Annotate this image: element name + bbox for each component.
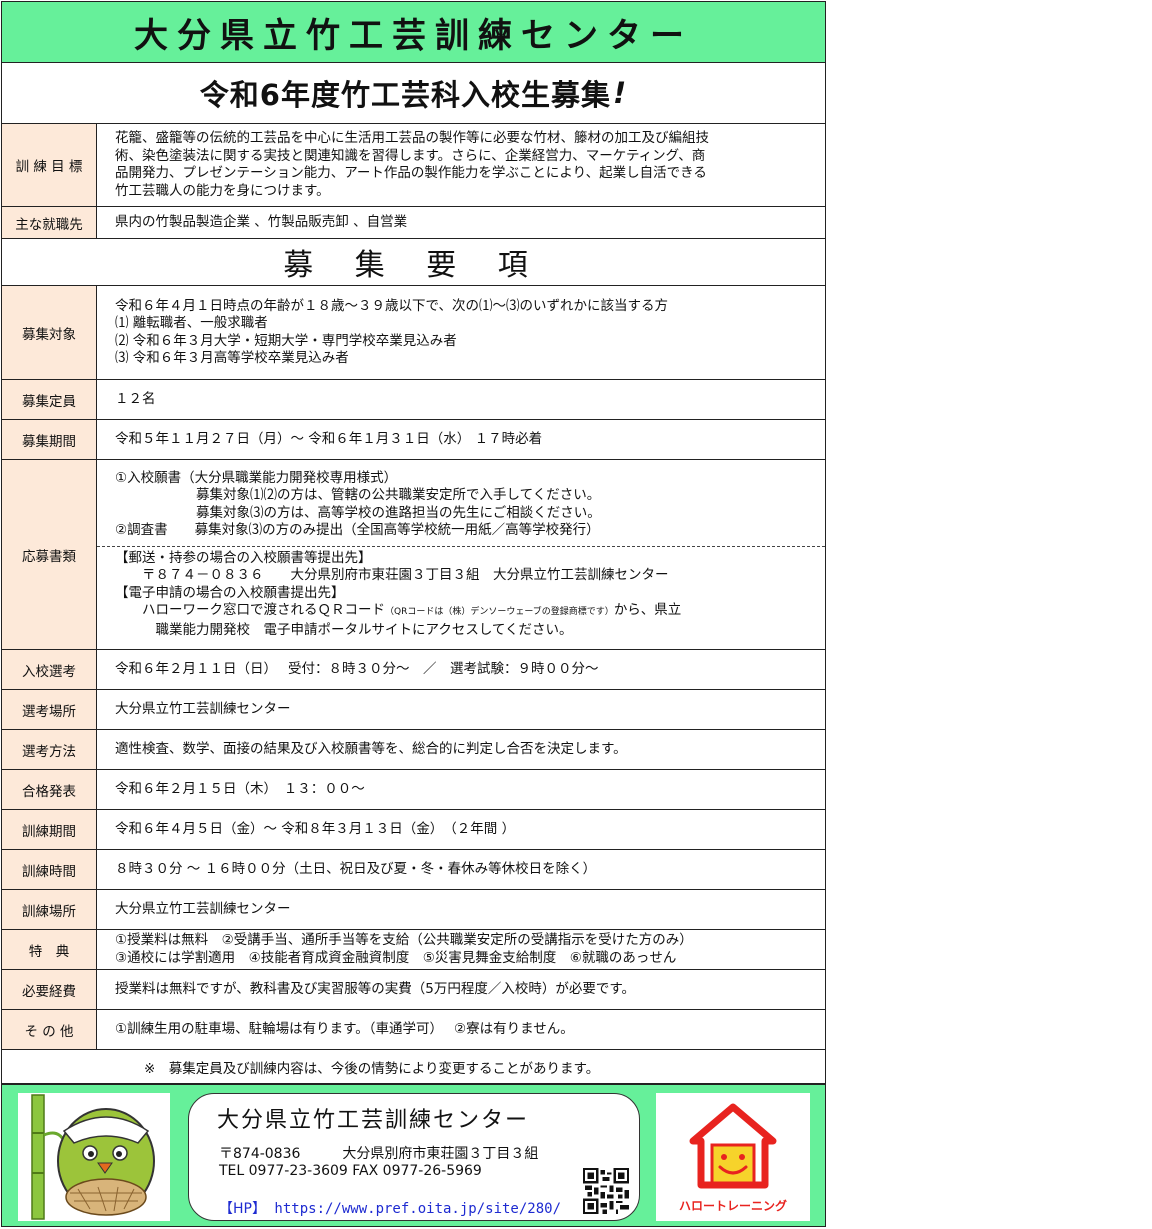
documents-line: ②調査書 募集対象⑶の方のみ提出（全国高等学校統一用紙／高等学校発行） <box>115 522 600 539</box>
target-line: ⑵ 令和６年３月大学・短期大学・専門学校卒業見込み者 <box>115 332 457 349</box>
target-line: ⑶ 令和６年３月高等学校卒業見込み者 <box>115 350 349 366</box>
row-benefits: 特 典 ①授業料は無料 ②受講手当、通所手当等を支給（公共職業安定所の受講指示を… <box>1 930 826 970</box>
page-title: 大分県立竹工芸訓練センター <box>1 1 826 63</box>
other-value: ①訓練生用の駐車場、駐輪場は有ります。（車通学可） ②寮は有りません。 <box>115 1020 574 1037</box>
target-line: ⑴ 離転職者、一般求職者 <box>115 315 268 331</box>
row-label: 募集定員 <box>2 380 97 419</box>
row-label: 募集期間 <box>2 420 97 459</box>
qr-text-tail: から、県立 <box>613 602 682 619</box>
recruitment-subtitle: 令和6年度竹工芸科入校生募集! <box>1 63 826 123</box>
row-label: 選考方法 <box>2 730 97 769</box>
section-title: 募 集 要 項 <box>1 239 826 285</box>
row-other: そ の 他 ①訓練生用の駐車場、駐輪場は有ります。（車通学可） ②寮は有りません… <box>1 1010 826 1050</box>
contact-card: 大分県立竹工芸訓練センター 〒874-0836 大分県別府市東荘園３丁目３組 TE… <box>188 1093 640 1221</box>
documents-line: 募集対象⑴⑵の方は、管轄の公共職業安定所で入手してください。 <box>115 487 601 504</box>
recruitment-flyer: 大分県立竹工芸訓練センター 令和6年度竹工芸科入校生募集! 訓 練 目 標 花籠… <box>1 1 826 1084</box>
subtitle-mark: ! <box>612 76 628 110</box>
row-label: 訓練時間 <box>2 850 97 889</box>
target-text: 令和６年４月１日時点の年齢が１８歳～３９歳以下で、次の⑴～⑶のいずれかに該当する… <box>97 286 825 379</box>
footer-contact: 大分県立竹工芸訓練センター 〒874-0836 大分県別府市東荘園３丁目３組 TE… <box>1 1084 826 1227</box>
row-label: 応募書類 <box>2 460 97 649</box>
benefits-line: ①授業料は無料 ②受講手当、通所手当等を支給（公共職業安定所の受講指示を受けた方… <box>115 932 693 948</box>
row-label: 募集対象 <box>2 286 97 379</box>
qr-code-icon <box>583 1168 629 1214</box>
subtitle-text: 令和6年度竹工芸科入校生募集 <box>199 78 611 112</box>
logo-text: ハロートレーニング <box>678 1199 787 1213</box>
hp-tag: 【HP】 <box>219 1201 266 1217</box>
jobs-value: 県内の竹製品製造企業 、竹製品販売卸 、自営業 <box>115 213 408 230</box>
goal-line: 竹工芸職人の能力を身につけます。 <box>115 182 330 199</box>
footer-address: 〒874-0836 大分県別府市東荘園３丁目３組 TEL 0977-23-3609… <box>219 1146 538 1180</box>
row-label: 選考場所 <box>2 690 97 729</box>
hello-training-logo: ハロートレーニング <box>656 1093 810 1221</box>
disclaimer-note: ※ 募集定員及び訓練内容は、今後の情勢により変更することがあります。 <box>1 1050 826 1084</box>
exam-method-value: 適性検査、数学、面接の結果及び入校願書等を、総合的に判定し合否を決定します。 <box>115 740 627 757</box>
documents-line: 【電子申請の場合の入校願書提出先】 <box>115 584 345 601</box>
row-label: 訓練場所 <box>2 890 97 929</box>
row-label: そ の 他 <box>2 1010 97 1049</box>
documents-line: 職業能力開発校 電子申請ポータルサイトにアクセスしてください。 <box>115 621 573 638</box>
benefits-text: ①授業料は無料 ②受講手当、通所手当等を支給（公共職業安定所の受講指示を受けた方… <box>97 930 825 969</box>
row-goal: 訓 練 目 標 花籠、盛籠等の伝統的工芸品を中心に生活用工芸品の製作等に必要な竹… <box>1 123 826 207</box>
goal-line: 品開発力、プレゼンテーション能力、アート作品の製作能力を学ぶことにより、起業し自… <box>115 165 707 181</box>
benefits-line: ③通校には学割適用 ④技能者育成資金融資制度 ⑤災害見舞金支給制度 ⑥就職のあっ… <box>115 949 677 966</box>
documents-line: 〒８７４－０８３６ 大分県別府市東荘園３丁目３組 大分県立竹工芸訓練センター <box>115 567 669 584</box>
exam-value: 令和６年２月１１日（日） 受付：８時３０分～ ／ 選考試験：９時００分～ <box>115 660 599 677</box>
row-label: 必要経費 <box>2 970 97 1009</box>
row-jobs: 主な就職先 県内の竹製品製造企業 、竹製品販売卸 、自営業 <box>1 207 826 239</box>
row-label: 合格発表 <box>2 770 97 809</box>
row-label: 入校選考 <box>2 650 97 689</box>
row-documents: 応募書類 ①入校願書（大分県職業能力開発校専用様式） 募集対象⑴⑵の方は、管轄の… <box>1 460 826 650</box>
row-costs: 必要経費 授業料は無料ですが、教科書及び実習服等の実費（5万円程度／入校時）が必… <box>1 970 826 1010</box>
dashed-divider <box>97 545 825 547</box>
train-period-value: 令和６年４月５日（金）～ 令和８年３月１３日（金） （２年間 ） <box>115 820 516 837</box>
period-value: 令和５年１１月２７日（月）～ 令和６年１月３１日（水） １７時必着 <box>115 430 543 447</box>
row-exam-method: 選考方法 適性検査、数学、面接の結果及び入校願書等を、総合的に判定し合否を決定し… <box>1 730 826 770</box>
row-label: 特 典 <box>2 930 97 969</box>
phone-line: TEL 0977-23-3609 FAX 0977-26-5969 <box>219 1163 482 1179</box>
row-label: 主な就職先 <box>2 207 97 238</box>
result-value: 令和６年２月１５日（木） １３：００～ <box>115 780 365 797</box>
row-train-hours: 訓練時間 ８時３０分 ～ １６時００分（土日、祝日及び夏・冬・春休み等休校日を除… <box>1 850 826 890</box>
train-hours-value: ８時３０分 ～ １６時００分（土日、祝日及び夏・冬・春休み等休校日を除く） <box>115 860 597 877</box>
row-train-place: 訓練場所 大分県立竹工芸訓練センター <box>1 890 826 930</box>
row-exam: 入校選考 令和６年２月１１日（日） 受付：８時３０分～ ／ 選考試験：９時００分… <box>1 650 826 690</box>
target-line: 令和６年４月１日時点の年齢が１８歳～３９歳以下で、次の⑴～⑶のいずれかに該当する… <box>115 297 668 314</box>
documents-line: ハローワーク窓口で渡されるＱＲコード（QRコードは（株）デンソーウェーブの登録商… <box>115 602 825 622</box>
trademark-note: （QRコードは（株）デンソーウェーブの登録商標です） <box>385 607 614 618</box>
row-result: 合格発表 令和６年２月１５日（木） １３：００～ <box>1 770 826 810</box>
documents-text: ①入校願書（大分県職業能力開発校専用様式） 募集対象⑴⑵の方は、管轄の公共職業安… <box>97 460 825 649</box>
costs-value: 授業料は無料ですが、教科書及び実習服等の実費（5万円程度／入校時）が必要です。 <box>115 980 635 997</box>
footer-org-name: 大分県立竹工芸訓練センター <box>217 1108 530 1133</box>
row-target: 募集対象 令和６年４月１日時点の年齢が１８歳～３９歳以下で、次の⑴～⑶のいずれか… <box>1 285 826 380</box>
goal-line: 花籠、盛籠等の伝統的工芸品を中心に生活用工芸品の製作等に必要な竹材、籐材の加工及… <box>115 130 709 146</box>
row-exam-place: 選考場所 大分県立竹工芸訓練センター <box>1 690 826 730</box>
row-train-period: 訓練期間 令和６年４月５日（金）～ 令和８年３月１３日（金） （２年間 ） <box>1 810 826 850</box>
exam-place-value: 大分県立竹工芸訓練センター <box>115 700 291 717</box>
hp-url[interactable]: https://www.pref.oita.jp/site/280/ <box>274 1201 561 1217</box>
row-label: 訓練期間 <box>2 810 97 849</box>
row-label: 訓 練 目 標 <box>2 124 97 206</box>
documents-line: ①入校願書（大分県職業能力開発校専用様式） <box>115 469 398 486</box>
train-place-value: 大分県立竹工芸訓練センター <box>115 900 291 917</box>
documents-line: 募集対象⑶の方は、高等学校の進路担当の先生にご相談ください。 <box>115 504 601 521</box>
homepage-link[interactable]: 【HP】 https://www.pref.oita.jp/site/280/ <box>219 1198 561 1218</box>
row-capacity: 募集定員 １２名 <box>1 380 826 420</box>
documents-line: 【郵送・持参の場合の入校願書等提出先】 <box>115 549 372 566</box>
qr-text: ハローワーク窓口で渡されるＱＲコード <box>115 602 385 619</box>
mascot-illustration <box>18 1093 170 1221</box>
address-line: 〒874-0836 大分県別府市東荘園３丁目３組 <box>219 1146 539 1162</box>
row-period: 募集期間 令和５年１１月２７日（月）～ 令和６年１月３１日（水） １７時必着 <box>1 420 826 460</box>
capacity-value: １２名 <box>115 390 156 407</box>
goal-line: 術、染色塗装法に関する実技と関連知識を習得します。さらに、企業経営力、マーケティ… <box>115 147 706 164</box>
goal-text: 花籠、盛籠等の伝統的工芸品を中心に生活用工芸品の製作等に必要な竹材、籐材の加工及… <box>97 124 825 206</box>
